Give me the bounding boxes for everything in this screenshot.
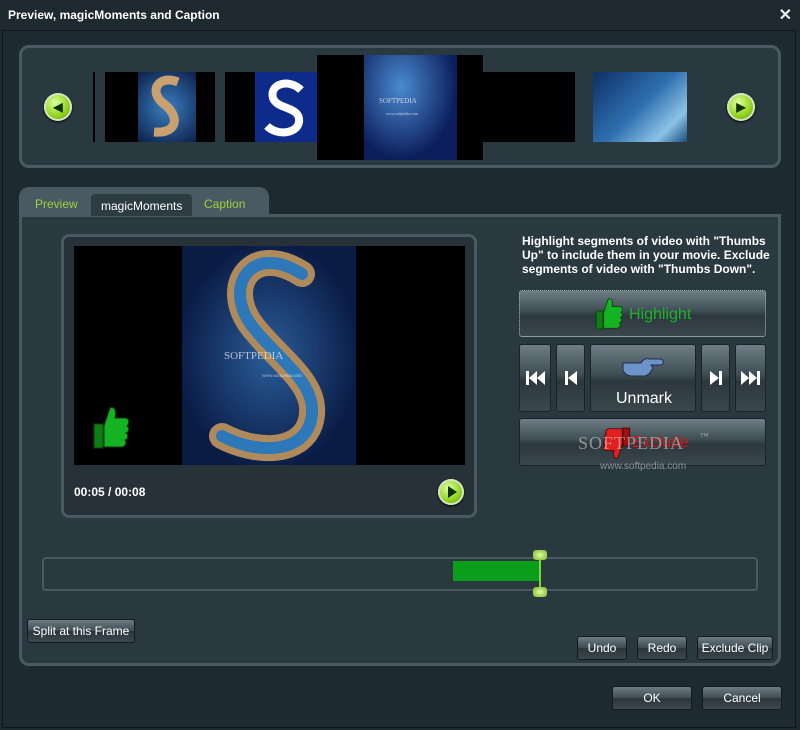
highlight-label: Highlight <box>629 306 692 323</box>
previous-frame-button[interactable] <box>556 344 585 412</box>
filmstrip-prev-button[interactable]: ◀ <box>44 93 72 121</box>
filmstrip-thumbnail[interactable] <box>593 72 687 142</box>
redo-button[interactable]: Redo <box>637 636 687 660</box>
unmark-button[interactable]: Unmark <box>590 344 696 412</box>
softpedia-watermark-tm: ™ <box>700 431 709 441</box>
skip-to-start-icon <box>525 371 545 385</box>
thumbnail-logo: SOFTPEDIA <box>379 97 417 105</box>
highlight-segment[interactable] <box>452 561 541 581</box>
arrow-left-icon: ◀ <box>53 100 63 114</box>
pointing-hand-icon <box>621 355 665 382</box>
filmstrip-thumbnail[interactable] <box>483 72 575 142</box>
playhead-handle-top[interactable] <box>532 550 547 560</box>
filmstrip-thumbnail-selected[interactable]: SOFTPEDIA www.softpedia.com <box>317 55 483 160</box>
thumbnail-site: www.softpedia.com <box>386 111 418 116</box>
softpedia-watermark-site: www.softpedia.com <box>600 461 687 472</box>
exclude-clip-button[interactable]: Exclude Clip <box>697 636 773 660</box>
s-island-image <box>151 75 180 137</box>
undo-button[interactable]: Undo <box>577 636 627 660</box>
filmstrip-edge <box>93 72 95 142</box>
filmstrip-next-button[interactable]: ▶ <box>727 93 755 121</box>
thumbnail-image: SOFTPEDIA www.softpedia.com <box>364 55 457 160</box>
tab-preview[interactable]: Preview <box>25 192 88 216</box>
highlight-button[interactable]: Highlight <box>519 290 766 337</box>
video-frame-image: SOFTPEDIA www.softpedia.com <box>182 246 356 465</box>
video-logo: SOFTPEDIA <box>224 350 284 362</box>
timeline-track[interactable] <box>42 557 758 591</box>
filmstrip-thumbnail[interactable] <box>105 72 215 142</box>
skip-to-end-icon <box>741 371 760 385</box>
thumbnail-image <box>593 72 687 142</box>
split-at-frame-button[interactable]: Split at this Frame <box>27 619 135 643</box>
thumbs-up-icon <box>594 296 624 335</box>
playhead-handle-bottom[interactable] <box>532 587 547 597</box>
go-to-start-button[interactable] <box>519 344 551 412</box>
softpedia-watermark: SOFTPEDIA <box>578 433 685 453</box>
play-button[interactable] <box>438 479 464 505</box>
filmstrip-thumbnail[interactable] <box>225 72 317 142</box>
video-site: www.softpedia.com <box>262 374 302 379</box>
go-to-end-button[interactable] <box>735 344 766 412</box>
tab-caption[interactable]: Caption <box>194 192 255 216</box>
arrow-right-icon: ▶ <box>736 100 746 114</box>
exclude-button[interactable]: Exclude SOFTPEDIA ™ www.softpedia.com <box>519 418 766 472</box>
timecode: 00:05 / 00:08 <box>74 485 146 499</box>
cancel-button[interactable]: Cancel <box>702 686 782 710</box>
thumbnail-image <box>255 72 317 142</box>
step-forward-icon <box>709 371 722 385</box>
instructions-text: Highlight segments of video with "Thumbs… <box>522 234 770 276</box>
window-title: Preview, magicMoments and Caption <box>8 8 220 22</box>
video-preview[interactable]: SOFTPEDIA www.softpedia.com <box>74 246 465 465</box>
ok-button[interactable]: OK <box>612 686 692 710</box>
step-back-icon <box>564 371 577 385</box>
close-icon[interactable]: ✕ <box>779 5 792 25</box>
play-icon <box>448 486 457 498</box>
thumbnail-image <box>138 72 196 142</box>
next-frame-button[interactable] <box>701 344 730 412</box>
tab-magicmoments[interactable]: magicMoments <box>89 192 195 216</box>
title-bar: Preview, magicMoments and Caption ✕ <box>0 0 800 30</box>
thumbs-up-indicator-icon <box>92 404 130 455</box>
s-letter-image <box>264 79 304 137</box>
unmark-label: Unmark <box>615 390 672 407</box>
